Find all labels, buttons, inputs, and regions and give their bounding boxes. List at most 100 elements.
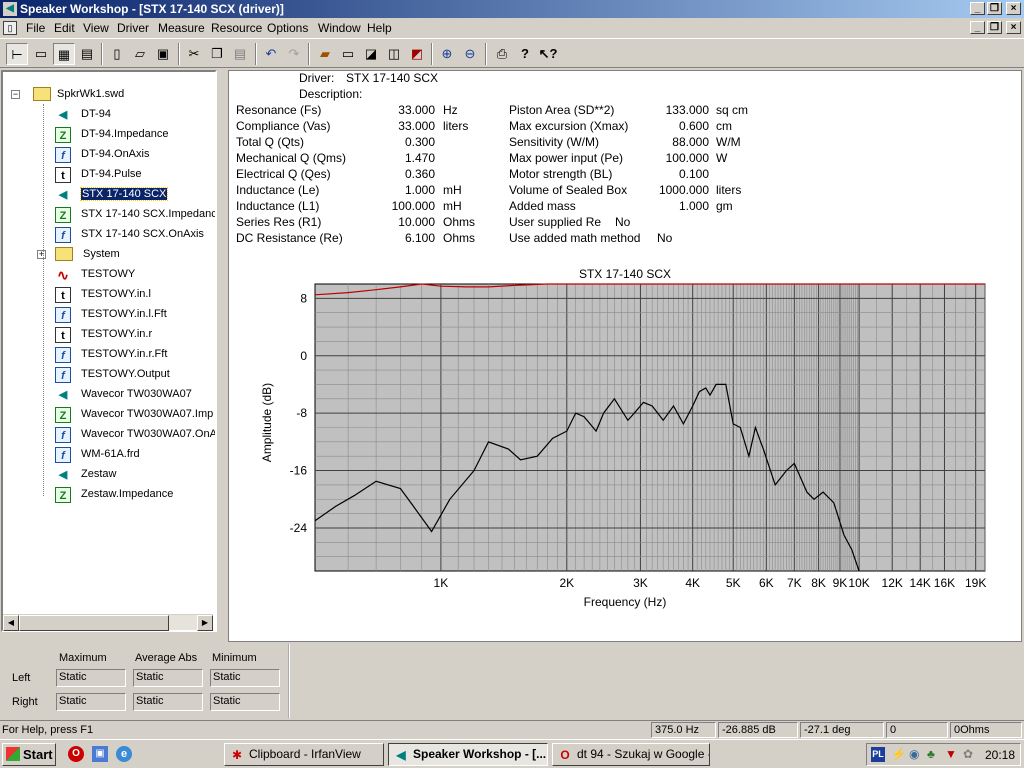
task-label: Speaker Workshop - [...: [413, 747, 547, 761]
antivirus-icon[interactable]: ▼: [945, 747, 957, 761]
tree-item-label: DT-94.Pulse: [81, 168, 142, 180]
resource-tree[interactable]: − SpkrWk1.swd ◀ DT-94 Z DT-94.Impedance f DT-94…: [1, 70, 217, 632]
doc-minimize-button[interactable]: _: [970, 21, 985, 34]
internet-explorer-icon[interactable]: e: [116, 746, 132, 762]
menu-driver[interactable]: Driver: [117, 21, 149, 35]
y-tick-label: 0: [300, 349, 307, 363]
network-icon[interactable]: ⚡: [891, 747, 906, 761]
task-opera-google[interactable]: O dt 94 - Szukaj w Google -...: [552, 743, 710, 766]
impedance-icon: Z: [55, 207, 71, 223]
irfanview-icon: ✱: [231, 748, 243, 762]
menu-measure[interactable]: Measure: [158, 21, 205, 35]
speaker-icon: ◀: [58, 389, 68, 401]
tree-item-label: TESTOWY: [81, 268, 136, 280]
speaker-workshop-icon: ◀: [396, 748, 406, 762]
menu-resource[interactable]: Resource: [211, 21, 262, 35]
tree-item-label: STX 17-140 SCX.Impedance: [81, 208, 217, 220]
tree-item-label: TESTOWY.in.l.Fft: [81, 308, 167, 320]
export-icon[interactable]: ◩: [406, 43, 428, 65]
menu-edit[interactable]: Edit: [54, 21, 75, 35]
tray-settings-icon[interactable]: ✿: [963, 747, 973, 761]
desktop-icon[interactable]: ▣: [92, 746, 108, 762]
frequency-icon: f: [55, 367, 71, 383]
tree-item-label: Wavecor TW030WA07: [81, 388, 192, 400]
left-average: Static: [133, 669, 203, 687]
frequency-icon: f: [55, 427, 71, 443]
tree-item-label: Zestaw: [81, 468, 117, 480]
pane-splitter[interactable]: [218, 70, 228, 642]
scroll-left-icon[interactable]: ◀: [3, 615, 19, 631]
start-button[interactable]: Start: [2, 743, 56, 766]
minimize-button[interactable]: _: [970, 2, 985, 15]
menu-help[interactable]: Help: [367, 21, 392, 35]
open-folder-icon[interactable]: ▱: [129, 43, 151, 65]
task-irfanview[interactable]: ✱ Clipboard - IrfanView: [224, 743, 384, 766]
collapse-icon[interactable]: −: [11, 90, 20, 99]
row-left-label: Left: [12, 672, 31, 684]
cut-icon[interactable]: ✂: [183, 43, 205, 65]
y-tick-label: 8: [300, 291, 307, 305]
x-tick-label: 19K: [965, 576, 986, 590]
language-indicator[interactable]: PL: [871, 747, 885, 762]
menu-file[interactable]: File: [26, 21, 45, 35]
scroll-thumb[interactable]: [19, 615, 169, 631]
redo-icon[interactable]: ↷: [283, 43, 305, 65]
status-bar: For Help, press F1 375.0 Hz -26.885 dB -…: [0, 720, 1024, 738]
driver-view-icon[interactable]: ▭: [30, 43, 52, 65]
task-speaker-workshop[interactable]: ◀ Speaker Workshop - [...: [388, 743, 548, 766]
close-button[interactable]: ×: [1006, 2, 1021, 15]
new-file-icon[interactable]: ▯: [106, 43, 128, 65]
y-tick-label: -8: [296, 406, 307, 420]
save-icon[interactable]: ▣: [152, 43, 174, 65]
doc-close-button[interactable]: ×: [1006, 21, 1021, 34]
volume-icon[interactable]: ◉: [909, 747, 919, 761]
y-tick-label: -16: [290, 464, 308, 478]
scroll-right-icon[interactable]: ▶: [197, 615, 213, 631]
speaker-icon: ◀: [58, 189, 68, 201]
x-tick-label: 6K: [759, 576, 774, 590]
x-tick-label: 2K: [559, 576, 574, 590]
opera-icon[interactable]: O: [68, 746, 84, 762]
tree-line: [43, 104, 44, 496]
menu-bar: ▯ File Edit View Driver Measure Resource…: [0, 18, 1024, 38]
clock[interactable]: 20:18: [985, 748, 1015, 762]
restore-button[interactable]: ❐: [987, 2, 1002, 15]
context-help-icon[interactable]: ↖?: [537, 43, 559, 65]
frequency-icon: f: [55, 307, 71, 323]
window-icon[interactable]: ▭: [337, 43, 359, 65]
print-icon[interactable]: ⎙: [491, 43, 513, 65]
frequency-icon: f: [55, 347, 71, 363]
menu-window[interactable]: Window: [318, 21, 361, 35]
dialog-icon[interactable]: ◫: [383, 43, 405, 65]
tree-horizontal-scrollbar[interactable]: ◀ ▶: [3, 614, 213, 631]
grid-view-icon[interactable]: ▤: [76, 43, 98, 65]
time-icon: t: [55, 327, 71, 343]
paste-icon[interactable]: ▤: [229, 43, 251, 65]
graph-icon[interactable]: ◪: [360, 43, 382, 65]
expand-icon[interactable]: +: [37, 250, 46, 259]
copy-icon[interactable]: ❐: [206, 43, 228, 65]
tree-root-label: SpkrWk1.swd: [57, 88, 125, 100]
tree-item-label: Wavecor TW030WA07.Imp: [81, 408, 214, 420]
help-icon[interactable]: ?: [514, 43, 536, 65]
chart-view-icon[interactable]: ▦: [53, 43, 75, 65]
tray-app-icon[interactable]: ♣: [927, 747, 935, 761]
doc-restore-button[interactable]: ❐: [987, 21, 1002, 34]
undo-icon[interactable]: ↶: [260, 43, 282, 65]
frequency-response-chart[interactable]: 8 0 -8 -16 -24 1K 2K 3K 4K 5K 6K 7K 8K 9K 10K 12K 14K 16K…: [229, 71, 1023, 643]
left-minimum: Static: [210, 669, 280, 687]
x-tick-label: 7K: [787, 576, 802, 590]
menu-options[interactable]: Options: [267, 21, 308, 35]
tree-item-label: STX 17-140 SCX.OnAxis: [81, 228, 204, 240]
zoom-in-icon[interactable]: ⊕: [436, 43, 458, 65]
tree-view-icon[interactable]: ⊢: [6, 43, 28, 65]
y-axis-label: Amplitude (dB): [260, 383, 274, 462]
app-icon[interactable]: ◀: [3, 2, 17, 16]
tree-item-label: System: [83, 248, 120, 260]
frequency-icon: f: [55, 447, 71, 463]
menu-view[interactable]: View: [83, 21, 109, 35]
right-maximum: Static: [56, 693, 126, 711]
open-resource-icon[interactable]: ▰: [314, 43, 336, 65]
document-icon[interactable]: ▯: [3, 21, 17, 35]
zoom-out-icon[interactable]: ⊖: [459, 43, 481, 65]
